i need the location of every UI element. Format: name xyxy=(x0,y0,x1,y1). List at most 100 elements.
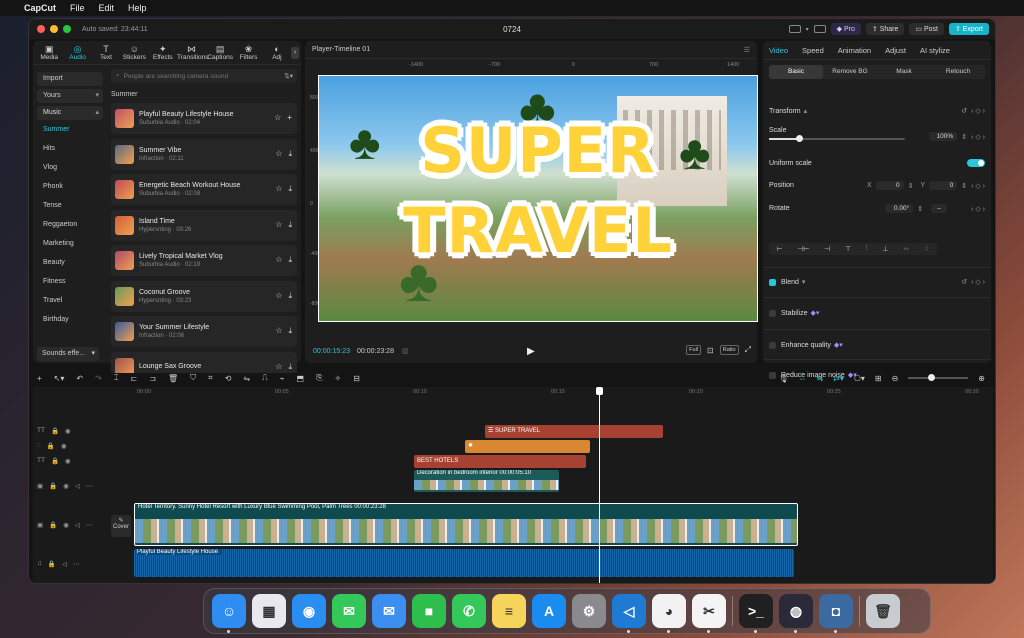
tool-tab-media[interactable]: ▣ Media xyxy=(35,44,63,61)
split-right-icon[interactable]: ⊐ xyxy=(149,374,156,383)
lock-icon[interactable]: 🔒 xyxy=(47,442,55,450)
lock-icon[interactable]: 🔒 xyxy=(51,427,59,435)
overlay-title-line2[interactable]: TRAVEL xyxy=(319,193,757,269)
playhead[interactable] xyxy=(596,387,603,583)
shortcuts-icon[interactable] xyxy=(813,25,826,33)
dock-phone-icon[interactable]: ✆ xyxy=(452,594,486,628)
player-menu-icon[interactable]: ☰ xyxy=(744,46,750,54)
mirror-icon[interactable]: ⇋ xyxy=(243,374,250,383)
delete-icon[interactable]: 🗑 xyxy=(168,374,178,383)
yours-dropdown[interactable]: Yours ▾ xyxy=(37,89,103,103)
dock-finder-icon[interactable]: ☺ xyxy=(212,594,246,633)
category-travel[interactable]: Travel xyxy=(37,291,103,310)
cover-button[interactable]: ✎ Cover xyxy=(111,515,131,537)
align-center-h-icon[interactable]: ⊣⊢ xyxy=(797,245,809,253)
tab-speed[interactable]: Speed xyxy=(802,46,824,55)
stepper-icon[interactable]: ⇕ xyxy=(961,182,967,190)
favorite-star-icon[interactable]: ☆ xyxy=(274,113,281,122)
tool-tab-effects[interactable]: ✦ Effects xyxy=(149,44,177,61)
dock-vscode-icon[interactable]: ◁ xyxy=(612,594,646,633)
keyframe-tool-icon[interactable]: ⌁ xyxy=(280,374,285,383)
keyframe-icon[interactable]: ‹ ◇ › xyxy=(971,107,985,115)
menu-help[interactable]: Help xyxy=(128,3,147,13)
tool-tab-stickers[interactable]: ☺ Stickers xyxy=(120,44,148,61)
keyframe-icon[interactable]: ‹ ◇ › xyxy=(971,205,985,213)
subtab-remove-bg[interactable]: Remove BG xyxy=(823,65,877,79)
category-summer[interactable]: Summer xyxy=(37,120,103,139)
track-item[interactable]: Playful Beauty Lifestyle House Suburbia A… xyxy=(111,103,297,134)
music-dropdown[interactable]: Music ▴ xyxy=(37,106,103,120)
overlay-title-line1[interactable]: SUPER xyxy=(319,113,757,189)
dock-terminal-icon[interactable]: >_ xyxy=(739,594,773,633)
layout-dropdown-icon[interactable]: ▾ xyxy=(806,26,809,33)
magnet-icon[interactable]: ⇆ xyxy=(816,374,823,383)
tab-ai-stylize[interactable]: AI stylize xyxy=(920,46,950,55)
dock-safari-icon[interactable]: ◉ xyxy=(292,594,326,628)
layout-icon[interactable] xyxy=(788,25,801,33)
rotate-flip-button[interactable]: – xyxy=(931,204,948,213)
add-track-icon[interactable]: + xyxy=(37,374,42,383)
zoom-out-icon[interactable]: ⊖ xyxy=(892,374,899,383)
remove-bg-icon[interactable]: ⬒ xyxy=(297,374,305,383)
sound-effects-dropdown[interactable]: Sounds effe... ▾ xyxy=(37,347,99,361)
filter-icon[interactable]: ⇅▾ xyxy=(284,72,293,80)
uniform-scale-toggle[interactable] xyxy=(967,159,985,167)
dock-disk-utility-icon[interactable]: ◘ xyxy=(819,594,853,633)
favorite-star-icon[interactable]: ☆ xyxy=(275,255,282,265)
sticker-clip[interactable]: ✹ xyxy=(465,440,590,453)
snapshot-icon[interactable]: ⊡ xyxy=(707,346,714,355)
category-beauty[interactable]: Beauty xyxy=(37,253,103,272)
select-tool-icon[interactable]: ↖▾ xyxy=(54,374,65,383)
chevron-right-icon[interactable]: › xyxy=(291,46,299,59)
track-item[interactable]: Coconut Groove Hypersnting · 03:23 ☆ ⤓ xyxy=(111,280,297,312)
favorite-star-icon[interactable]: ☆ xyxy=(275,149,282,159)
align-right-icon[interactable]: ⊣ xyxy=(824,245,830,253)
microphone-icon[interactable]: 🎙 xyxy=(778,374,788,383)
undo-icon[interactable]: ↶ xyxy=(76,374,83,383)
split-icon[interactable]: ⌶ xyxy=(114,373,119,383)
mute-icon[interactable]: ◁ xyxy=(62,560,67,568)
enhance-quality-row[interactable]: Enhance quality ◆▾ xyxy=(769,341,985,349)
track-item[interactable]: Lively Tropical Market Vlog Suburbia Audi… xyxy=(111,245,297,276)
mute-icon[interactable]: ◁ xyxy=(75,482,80,490)
download-icon[interactable]: ⤓ xyxy=(288,255,292,265)
close-window-button[interactable] xyxy=(37,25,45,33)
stabilize-checkbox[interactable] xyxy=(769,309,776,317)
menu-file[interactable]: File xyxy=(70,3,85,13)
tab-adjust[interactable]: Adjust xyxy=(885,46,906,55)
stepper-icon[interactable]: ⇕ xyxy=(917,205,923,213)
favorite-star-icon[interactable]: ☆ xyxy=(275,291,282,301)
download-icon[interactable]: ⤓ xyxy=(288,220,292,230)
enhance-quality-checkbox[interactable] xyxy=(769,341,776,349)
dock-trash-icon[interactable]: 🗑 xyxy=(866,594,900,628)
split-left-icon[interactable]: ⊏ xyxy=(131,374,138,383)
transform-header[interactable]: Transform ▴ ↺ ‹ ◇ › xyxy=(769,107,985,116)
menu-capcut[interactable]: CapCut xyxy=(24,3,56,13)
lock-icon[interactable]: 🔒 xyxy=(51,457,59,465)
favorite-star-icon[interactable]: ☆ xyxy=(275,184,282,194)
timeline-zoom-slider[interactable] xyxy=(908,374,969,381)
freeze-icon[interactable]: ⎍ xyxy=(262,373,268,383)
dock-launchpad-icon[interactable]: ▦ xyxy=(252,594,286,628)
more-icon[interactable]: ⋯ xyxy=(86,521,93,529)
align-top-icon[interactable]: ⊤ xyxy=(845,245,851,253)
favorite-star-icon[interactable]: ☆ xyxy=(275,326,282,336)
preview-canvas[interactable]: ♣ ♣ ♣ ♣ SUPER TRAVEL xyxy=(318,75,758,322)
overlay-video-clip[interactable]: Decoration in bedroom interior 00:00:05:… xyxy=(414,470,559,492)
fullscreen-icon[interactable]: ⤢ xyxy=(745,345,751,355)
category-fitness[interactable]: Fitness xyxy=(37,272,103,291)
scale-slider[interactable] xyxy=(769,135,905,142)
full-quality-button[interactable]: Full xyxy=(686,345,702,355)
eye-icon[interactable]: ◉ xyxy=(65,427,71,435)
category-tense[interactable]: Tense xyxy=(37,196,103,215)
more-icon[interactable]: ⋯ xyxy=(86,482,93,490)
play-button[interactable]: ▶ xyxy=(527,346,535,357)
tool-tab-transitions[interactable]: ⋈ Transitions xyxy=(177,44,209,61)
dock-facetime-icon[interactable]: ■ xyxy=(412,594,446,628)
align-left-icon[interactable]: ⊢ xyxy=(776,245,782,253)
dock-app-store-icon[interactable]: A xyxy=(532,594,566,628)
blend-row[interactable]: Blend ▾ ↺ ‹ ◇ › xyxy=(769,278,985,286)
dock-obs-icon[interactable]: ◍ xyxy=(779,594,813,633)
dock-system-settings-icon[interactable]: ⚙ xyxy=(572,594,606,628)
eye-icon[interactable]: ◉ xyxy=(63,521,69,529)
